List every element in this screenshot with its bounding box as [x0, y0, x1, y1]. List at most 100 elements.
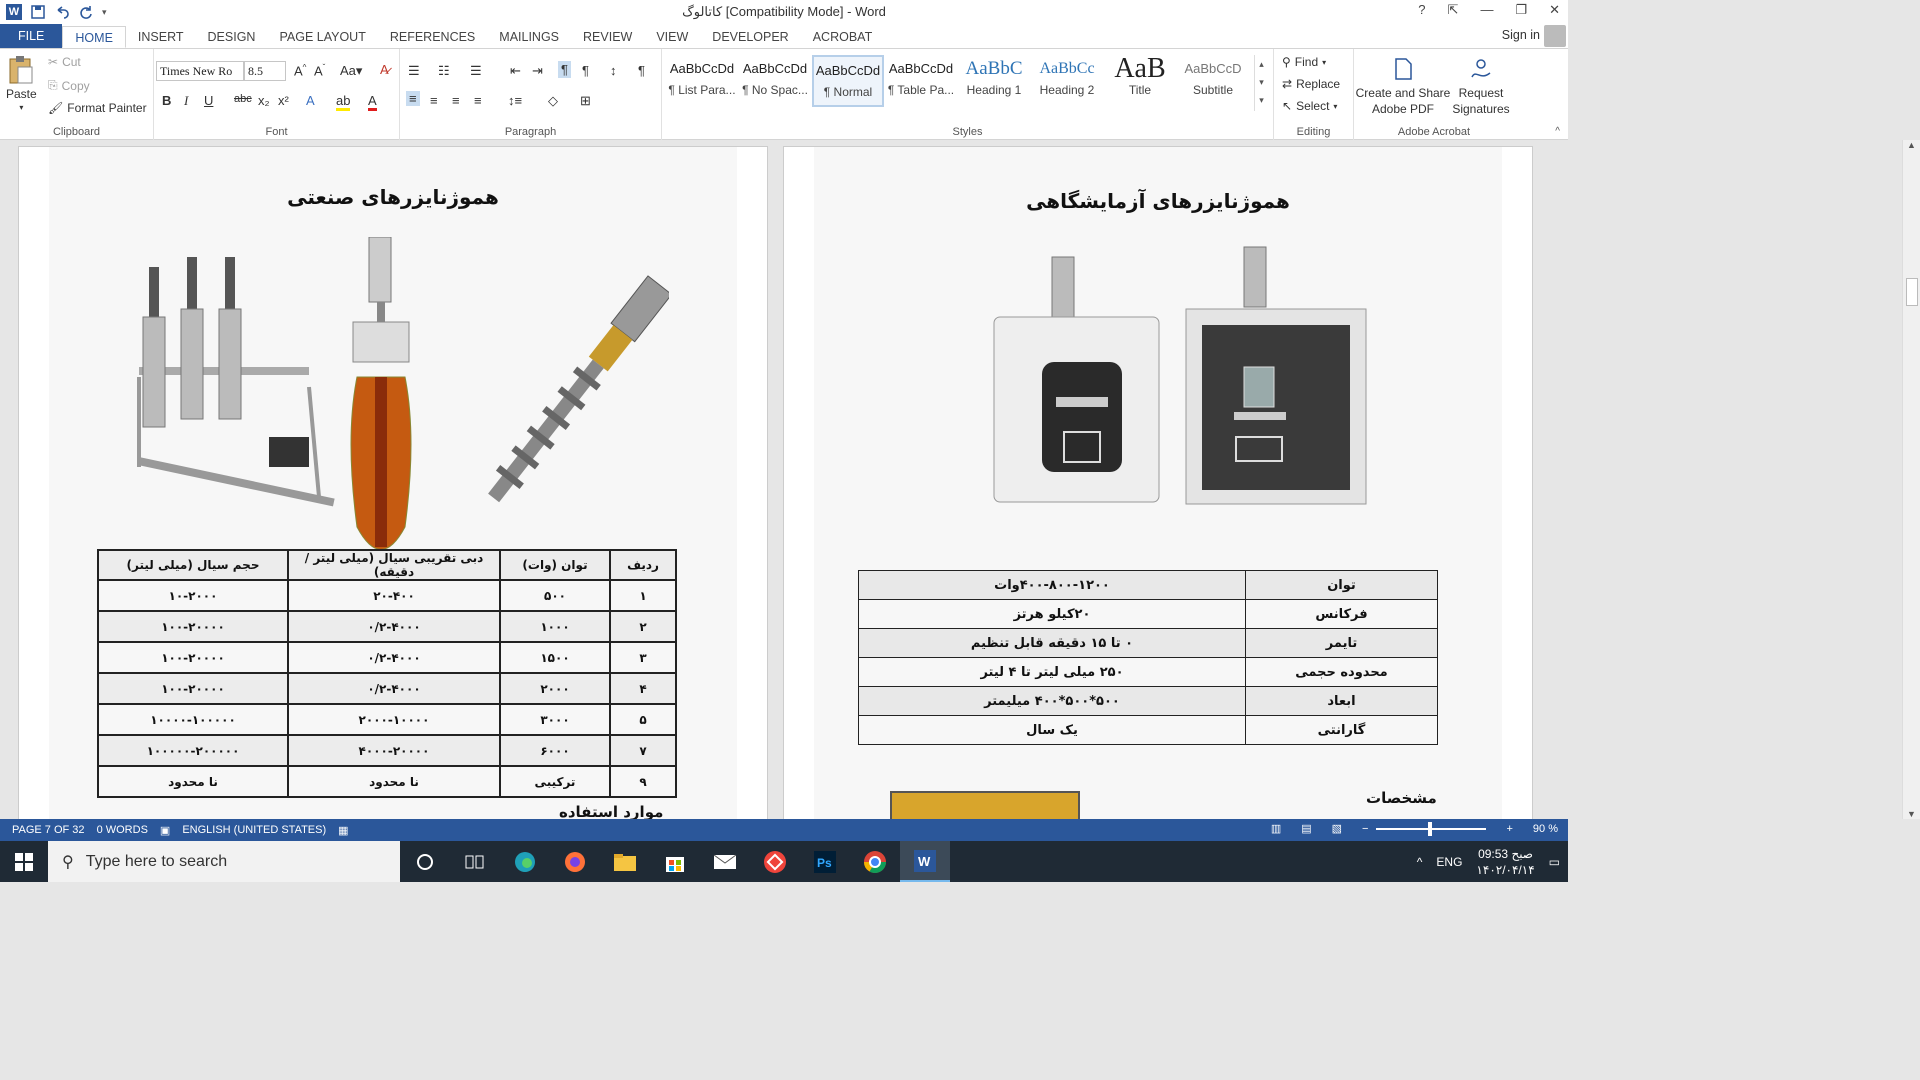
request-signatures-button[interactable]: Request Signatures [1450, 57, 1512, 117]
scroll-thumb[interactable] [1906, 278, 1918, 306]
word-count[interactable]: 0 WORDS [97, 824, 148, 836]
subscript-icon[interactable]: x₂ [258, 93, 270, 108]
tab-file[interactable]: FILE [0, 24, 63, 48]
shrink-font-icon[interactable]: Aˇ [314, 63, 325, 78]
file-explorer-icon[interactable] [600, 841, 650, 882]
zoom-level[interactable]: 90 % [1533, 823, 1558, 835]
style-list-paragraph[interactable]: AaBbCcDd ¶ List Para... [666, 55, 738, 107]
zoom-out-button[interactable]: − [1362, 823, 1368, 835]
bullets-icon[interactable]: ☰ [408, 63, 420, 79]
align-right-icon[interactable]: ≡ [452, 93, 460, 108]
close-button[interactable]: ✕ [1549, 2, 1560, 18]
mail-icon[interactable] [700, 841, 750, 882]
copy-button[interactable]: ⎘ Copy [48, 78, 90, 93]
align-center-icon[interactable]: ≡ [430, 93, 438, 108]
photoshop-icon[interactable]: Ps [800, 841, 850, 882]
tab-page-layout[interactable]: PAGE LAYOUT [267, 26, 377, 48]
cortana-icon[interactable] [400, 841, 450, 882]
chrome-icon[interactable] [850, 841, 900, 882]
grow-font-icon[interactable]: A^ [294, 63, 306, 78]
store-icon[interactable] [650, 841, 700, 882]
task-view-icon[interactable] [450, 841, 500, 882]
font-size-box[interactable]: 8.5 [244, 61, 286, 81]
tab-design[interactable]: DESIGN [196, 26, 268, 48]
tab-references[interactable]: REFERENCES [378, 26, 487, 48]
line-spacing-icon[interactable]: ↕≡ [508, 93, 522, 108]
bold-icon[interactable]: B [162, 93, 171, 108]
vertical-scrollbar[interactable]: ▲ ▼ [1902, 140, 1920, 819]
tab-review[interactable]: REVIEW [571, 26, 644, 48]
align-left-icon[interactable]: ≡ [406, 91, 420, 106]
tab-acrobat[interactable]: ACROBAT [801, 26, 885, 48]
format-painter-button[interactable]: 🖌 Format Painter [48, 101, 147, 115]
scroll-up-icon[interactable]: ▲ [1903, 140, 1920, 150]
tab-view[interactable]: VIEW [644, 26, 700, 48]
style-heading-1[interactable]: AaBbC Heading 1 [958, 55, 1030, 107]
shading-icon[interactable]: ◇ [548, 93, 558, 109]
ltr-icon[interactable]: ¶ [582, 63, 589, 78]
multilevel-list-icon[interactable]: ☰ [470, 63, 482, 79]
create-share-pdf-button[interactable]: Create and Share Adobe PDF [1354, 57, 1452, 117]
web-layout-icon[interactable]: ▧ [1332, 822, 1342, 835]
firefox-icon[interactable] [550, 841, 600, 882]
notifications-icon[interactable]: ▭ [1549, 855, 1560, 869]
change-case-icon[interactable]: Aa▾ [340, 63, 362, 79]
zoom-slider[interactable] [1376, 821, 1487, 836]
page-count[interactable]: PAGE 7 OF 32 [12, 824, 85, 836]
style-normal[interactable]: AaBbCcDd ¶ Normal [812, 55, 884, 107]
superscript-icon[interactable]: x² [278, 93, 289, 108]
proofing-icon[interactable]: ▣ [160, 824, 170, 837]
word-taskbar-icon[interactable]: W [900, 841, 950, 882]
font-name-box[interactable]: Times New Ro [156, 61, 244, 81]
borders-icon[interactable]: ⊞ [580, 93, 591, 109]
anydesk-icon[interactable] [750, 841, 800, 882]
select-button[interactable]: ↖ Select ▾ [1282, 99, 1337, 113]
underline-icon[interactable]: U [204, 93, 213, 108]
zoom-in-button[interactable]: + [1506, 823, 1512, 835]
find-button[interactable]: ⚲ Find ▾ [1282, 55, 1326, 69]
clock[interactable]: صبح 09:53 ۱۴۰۲/۰۴/۱۴ [1476, 846, 1534, 878]
cut-button[interactable]: ✂ Cut [48, 55, 81, 69]
clear-format-icon[interactable]: A̷ [380, 62, 389, 77]
style-no-spacing[interactable]: AaBbCcDd ¶ No Spac... [739, 55, 811, 107]
read-mode-icon[interactable]: ▥ [1271, 822, 1281, 835]
macro-icon[interactable]: ▦ [338, 824, 348, 837]
collapse-ribbon-icon[interactable]: ^ [1555, 126, 1560, 137]
input-language[interactable]: ENG [1436, 855, 1462, 869]
decrease-indent-icon[interactable]: ⇤ [510, 63, 521, 79]
tab-insert[interactable]: INSERT [126, 26, 196, 48]
avatar[interactable] [1544, 25, 1566, 47]
help-button[interactable]: ? [1418, 2, 1425, 18]
print-layout-icon[interactable]: ▤ [1301, 822, 1311, 835]
sign-in-link[interactable]: Sign in [1502, 28, 1540, 42]
restore-button[interactable]: ❐ [1515, 2, 1527, 18]
justify-icon[interactable]: ≡ [474, 93, 482, 108]
ribbon-display-icon[interactable]: ⇱ [1448, 2, 1459, 18]
style-title[interactable]: AaB Title [1104, 55, 1176, 107]
replace-button[interactable]: ⇄ Replace [1282, 77, 1340, 91]
font-color-icon[interactable]: A [368, 93, 377, 111]
paste-button[interactable]: Paste ▾ [6, 55, 37, 112]
strikethrough-icon[interactable]: abc [234, 93, 252, 105]
styles-scroll[interactable]: ▴ ▾ ▾ [1254, 55, 1268, 111]
italic-icon[interactable]: I [184, 93, 188, 109]
numbering-icon[interactable]: ☷ [438, 63, 450, 79]
style-heading-2[interactable]: AaBbCc Heading 2 [1031, 55, 1103, 107]
language-indicator[interactable]: ENGLISH (UNITED STATES) [182, 824, 326, 836]
start-button[interactable] [0, 841, 48, 882]
tab-home[interactable]: HOME [62, 26, 126, 48]
show-hidden-icons[interactable]: ^ [1417, 855, 1423, 869]
text-effects-icon[interactable]: A [306, 93, 315, 108]
scroll-down-icon[interactable]: ▼ [1903, 809, 1920, 819]
style-table-paragraph[interactable]: AaBbCcDd ¶ Table Pa... [885, 55, 957, 107]
style-subtitle[interactable]: AaBbCcD Subtitle [1177, 55, 1249, 107]
highlight-icon[interactable]: ab [336, 93, 351, 111]
taskbar-search[interactable]: ⚲ Type here to search [48, 841, 400, 882]
show-marks-icon[interactable]: ¶ [638, 63, 645, 78]
edge-icon[interactable] [500, 841, 550, 882]
increase-indent-icon[interactable]: ⇥ [532, 63, 543, 79]
rtl-icon[interactable]: ¶ [558, 61, 571, 78]
tab-mailings[interactable]: MAILINGS [487, 26, 571, 48]
sort-icon[interactable]: ↕ [610, 63, 617, 78]
minimize-button[interactable]: — [1480, 2, 1493, 18]
